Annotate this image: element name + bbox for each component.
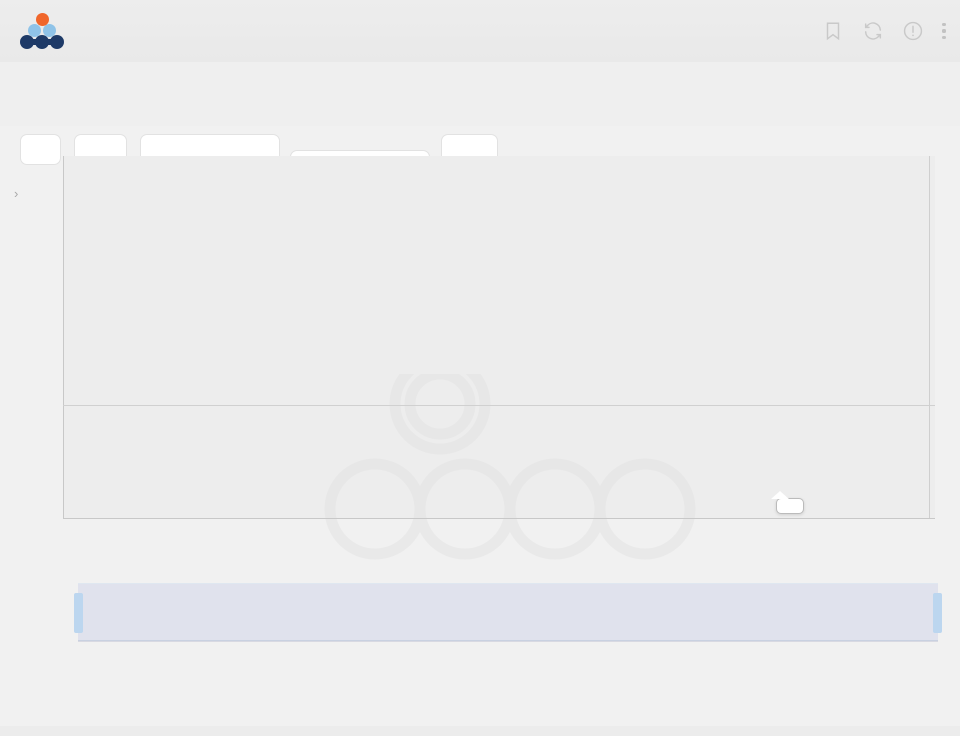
range-navigator[interactable] [74, 583, 942, 642]
control-bar: › [0, 62, 960, 200]
header-actions [822, 20, 946, 42]
skew-constant-maturity-chart-app: › [0, 0, 960, 736]
series-lines [0, 134, 960, 560]
zero-gridline [63, 405, 935, 406]
crosshair-line [929, 156, 930, 518]
navigator-selection-mask[interactable] [78, 584, 938, 642]
bottom-strip [0, 726, 960, 736]
navigator-handle-right[interactable] [933, 593, 942, 633]
info-circle-icon[interactable] [902, 20, 924, 42]
date-tooltip [770, 490, 804, 514]
x-axis [63, 518, 935, 519]
app-header [0, 0, 960, 62]
kebab-menu-icon[interactable] [942, 23, 946, 39]
navigator-handle-left[interactable] [74, 593, 83, 633]
bookmark-icon[interactable] [822, 20, 844, 42]
amberdata-logo [12, 6, 72, 56]
refresh-icon[interactable] [862, 20, 884, 42]
chart-legend [0, 668, 960, 726]
y-axis [63, 156, 64, 518]
chart-plot-area[interactable] [0, 134, 960, 560]
